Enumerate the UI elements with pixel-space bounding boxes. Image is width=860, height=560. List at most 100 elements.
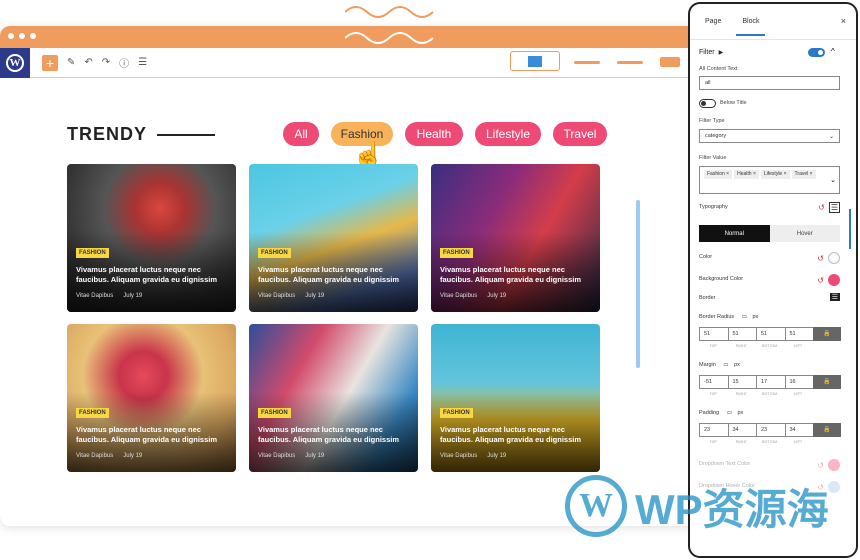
info-icon[interactable]: ⓘ (119, 55, 129, 70)
border-radius-inputs: 51 51 51 51 🔒 (699, 327, 841, 341)
publish-button[interactable] (660, 57, 680, 67)
chevron-up-icon[interactable]: ^ (831, 47, 835, 56)
filter-value-tag[interactable]: Travel × (791, 170, 816, 179)
author-name[interactable]: Vitae Dapibus (76, 293, 113, 299)
filter-lifestyle-button[interactable]: Lifestyle (475, 122, 541, 146)
preview-button[interactable] (510, 51, 560, 71)
filter-toggle[interactable] (808, 48, 825, 57)
author-name[interactable]: Vitae Dapibus (258, 453, 295, 459)
post-meta: Vitae Dapibus July 19 (258, 453, 324, 459)
border-settings-icon[interactable]: ☰ (829, 293, 840, 301)
window-dot[interactable] (8, 33, 14, 39)
filter-section-header[interactable]: Filter ▶ (699, 49, 723, 56)
filter-travel-button[interactable]: Travel (553, 122, 607, 146)
filter-value-tag[interactable]: Health × (734, 170, 759, 179)
background-color-swatch[interactable] (828, 274, 840, 286)
post-title[interactable]: Vivamus placerat luctus neque nec faucib… (258, 425, 413, 445)
window-dot[interactable] (30, 33, 36, 39)
undo-icon[interactable]: ↶ (84, 57, 92, 68)
post-title[interactable]: Vivamus placerat luctus neque nec faucib… (76, 425, 231, 445)
margin-right-input[interactable]: 15 (727, 375, 757, 389)
radius-bottom-input[interactable]: 51 (756, 327, 786, 341)
padding-top-input[interactable]: 23 (699, 423, 729, 437)
filter-type-select[interactable]: category ⌄ (699, 129, 840, 143)
filter-label: Filter (699, 49, 715, 56)
panel-scrollbar[interactable] (849, 209, 851, 249)
padding-left-input[interactable]: 34 (784, 423, 814, 437)
browser-title-bar (0, 26, 700, 48)
filter-value-label: Filter Value (699, 155, 727, 161)
add-block-button[interactable]: + (42, 54, 58, 71)
redo-icon[interactable]: ↷ (102, 57, 110, 68)
lock-icon[interactable]: 🔒 (813, 327, 841, 341)
margin-top-input[interactable]: -51 (699, 375, 729, 389)
filter-all-button[interactable]: All (283, 122, 319, 146)
author-name[interactable]: Vitae Dapibus (258, 293, 295, 299)
lock-icon[interactable]: 🔒 (813, 375, 841, 389)
post-date: July 19 (305, 293, 325, 299)
color-swatch[interactable] (828, 252, 840, 264)
post-card[interactable]: FASHION Vivamus placerat luctus neque ne… (249, 324, 418, 472)
window-dot[interactable] (19, 33, 25, 39)
wordpress-watermark-logo: W (565, 475, 627, 537)
author-name[interactable]: Vitae Dapibus (440, 293, 477, 299)
author-name[interactable]: Vitae Dapibus (76, 453, 113, 459)
category-badge[interactable]: FASHION (258, 248, 291, 258)
post-title[interactable]: Vivamus placerat luctus neque nec faucib… (258, 265, 413, 285)
state-toggle: Normal Hover (699, 225, 840, 242)
tab-block[interactable]: Block (736, 18, 766, 36)
author-name[interactable]: Vitae Dapibus (440, 453, 477, 459)
category-badge[interactable]: FASHION (258, 408, 291, 418)
below-title-toggle[interactable] (699, 99, 716, 108)
tab-hover[interactable]: Hover (769, 225, 840, 242)
post-title[interactable]: Vivamus placerat luctus neque nec faucib… (440, 425, 595, 445)
category-badge[interactable]: FASHION (440, 248, 473, 258)
content-scrollbar[interactable] (636, 200, 640, 368)
padding-right-input[interactable]: 34 (727, 423, 757, 437)
margin-left-input[interactable]: 16 (784, 375, 814, 389)
post-card[interactable]: FASHION Vivamus placerat luctus neque ne… (249, 164, 418, 312)
tab-page[interactable]: Page (699, 18, 727, 25)
dropdown-hover-color-swatch[interactable] (828, 481, 840, 493)
chevron-down-icon[interactable]: ⌄ (830, 176, 836, 184)
edit-tool-icon[interactable]: ✎ (67, 57, 75, 68)
lock-icon[interactable]: 🔒 (813, 423, 841, 437)
margin-bottom-input[interactable]: 17 (756, 375, 786, 389)
reset-icon[interactable]: ↺ (817, 276, 824, 285)
filter-health-button[interactable]: Health (405, 122, 463, 146)
typography-settings-icon[interactable]: ☰ (828, 202, 840, 213)
post-card[interactable]: FASHION Vivamus placerat luctus neque ne… (67, 324, 236, 472)
list-view-icon[interactable]: ☰ (138, 57, 147, 68)
side-labels: TOP RIGHT BOTTOM LEFT (709, 440, 803, 444)
section-title: TRENDY (67, 124, 148, 144)
device-icon[interactable]: ▭ (742, 314, 747, 320)
filter-value-tag[interactable]: Lifestyle × (760, 170, 790, 179)
radius-right-input[interactable]: 51 (727, 327, 757, 341)
filter-value-input[interactable]: Fashion × Health × Lifestyle × Travel × … (699, 166, 840, 194)
reset-icon[interactable]: ↺ (818, 203, 825, 212)
all-content-text-input[interactable]: all (699, 76, 840, 90)
panel-tabs: Page Block × (690, 4, 856, 40)
post-title[interactable]: Vivamus placerat luctus neque nec faucib… (76, 265, 231, 285)
decorative-wave-icon (345, 32, 434, 44)
category-badge[interactable]: FASHION (440, 408, 473, 418)
post-card[interactable]: FASHION Vivamus placerat luctus neque ne… (431, 324, 600, 472)
device-icon[interactable]: ▭ (727, 410, 732, 416)
post-date: July 19 (123, 293, 143, 299)
padding-bottom-input[interactable]: 23 (756, 423, 786, 437)
category-badge[interactable]: FASHION (76, 408, 109, 418)
category-badge[interactable]: FASHION (76, 248, 109, 258)
close-icon[interactable]: × (841, 16, 846, 26)
filter-value-tag[interactable]: Fashion × (704, 170, 733, 179)
post-card[interactable]: FASHION Vivamus placerat luctus neque ne… (67, 164, 236, 312)
reset-icon[interactable]: ↺ (817, 254, 824, 263)
radius-top-input[interactable]: 51 (699, 327, 729, 341)
post-card[interactable]: FASHION Vivamus placerat luctus neque ne… (431, 164, 600, 312)
reset-icon[interactable]: ↺ (817, 461, 824, 470)
tab-normal[interactable]: Normal (699, 225, 770, 242)
device-icon[interactable]: ▭ (723, 362, 728, 368)
post-title[interactable]: Vivamus placerat luctus neque nec faucib… (440, 265, 595, 285)
wordpress-logo[interactable]: W (0, 47, 30, 78)
radius-left-input[interactable]: 51 (784, 327, 814, 341)
dropdown-text-color-swatch[interactable] (828, 459, 840, 471)
